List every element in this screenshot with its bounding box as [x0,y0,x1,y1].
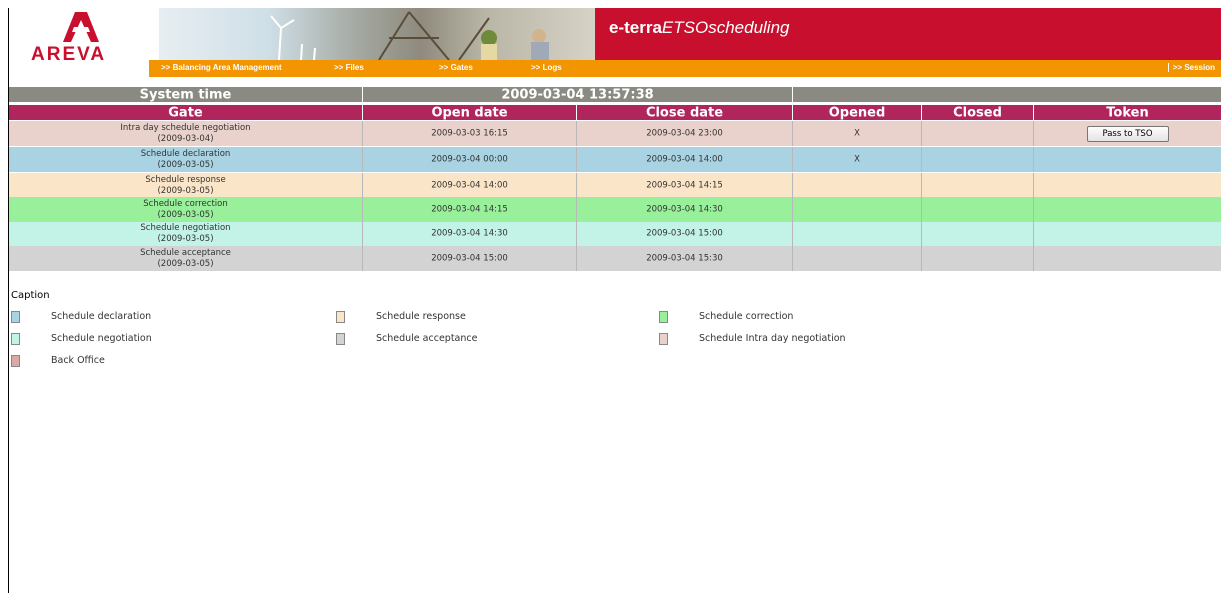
legend-swatch [336,311,345,323]
token-cell [1034,246,1221,271]
table-header-row: Gate Open date Close date Opened Closed … [9,105,1221,120]
token-cell: Pass to TSO [1034,121,1221,146]
open-date-cell: 2009-03-04 14:00 [363,173,577,198]
nav-bar: >> Balancing Area Management >> Files >>… [149,60,1221,77]
nav-balancing-area[interactable]: >> Balancing Area Management [161,63,282,72]
legend-swatch [11,311,20,323]
open-date-cell: 2009-03-03 16:15 [363,121,577,146]
open-date-cell: 2009-03-04 14:15 [363,197,577,222]
opened-cell [793,246,922,271]
opened-cell: X [793,121,922,146]
gate-name: Schedule correction [143,198,228,209]
gate-cell: Schedule response (2009-03-05) [9,173,363,198]
gate-name: Schedule response [145,174,226,185]
col-close-date: Close date [577,105,793,120]
gate-name: Intra day schedule negotiation [120,122,251,133]
table-row: Schedule declaration (2009-03-05) 2009-03… [9,147,1221,172]
col-token: Token [1106,105,1149,120]
gate-name: Schedule acceptance [140,247,231,258]
closed-cell [922,246,1034,271]
close-date-cell: 2009-03-04 14:30 [577,197,793,222]
opened-cell [793,197,922,222]
closed-cell [922,197,1034,222]
table-row: Schedule response (2009-03-05) 2009-03-04… [9,173,1221,198]
nav-session[interactable]: >> Session [1167,63,1215,72]
banner-photo [159,8,595,60]
close-date-cell: 2009-03-04 23:00 [577,121,793,146]
legend-swatch [11,355,20,367]
areva-logo-text: AREVA [31,44,107,65]
close-date-cell: 2009-03-04 14:00 [577,147,793,172]
gate-cell: Schedule acceptance (2009-03-05) [9,246,363,271]
brand-prefix: e-terra [609,18,662,37]
token-cell [1034,222,1221,246]
opened-cell [793,222,922,246]
system-time-row: System time 2009-03-04 13:57:38 [9,87,1221,102]
nav-files[interactable]: >> Files [334,63,364,72]
legend-swatch [659,311,668,323]
opened-cell: X [793,147,922,172]
token-cell [1034,147,1221,172]
gate-date: (2009-03-05) [157,185,214,196]
closed-cell [922,147,1034,172]
system-time-label: System time [9,87,363,102]
caption-title: Caption [11,290,50,301]
table-row: Schedule acceptance (2009-03-05) 2009-03-… [9,246,1221,271]
system-time-value: 2009-03-04 13:57:38 [363,87,793,102]
brand-suffix: ETSOscheduling [661,18,790,37]
gate-cell: Schedule correction (2009-03-05) [9,197,363,222]
areva-a-icon [63,12,99,42]
pass-to-tso-button[interactable]: Pass to TSO [1086,125,1169,142]
energy-infrastructure-icon [270,11,549,60]
col-opened: Opened [793,105,922,120]
gate-date: (2009-03-05) [157,209,214,220]
closed-cell [922,222,1034,246]
open-date-cell: 2009-03-04 14:30 [363,222,577,246]
gate-date: (2009-03-04) [157,133,214,144]
open-date-cell: 2009-03-04 00:00 [363,147,577,172]
table-row: Schedule negotiation (2009-03-05) 2009-03… [9,222,1221,246]
gate-date: (2009-03-05) [157,258,214,269]
table-row: Intra day schedule negotiation (2009-03-0… [9,121,1221,146]
token-cell [1034,197,1221,222]
areva-logo: AREVA [9,8,159,77]
opened-cell [793,173,922,198]
gate-name: Schedule declaration [140,148,231,159]
legend-swatch [11,333,20,345]
gate-cell: Intra day schedule negotiation (2009-03-0… [9,121,363,146]
app-header: AREVA e-terraETSOscheduling >> Balancing… [9,8,1221,77]
app-brand: e-terraETSOscheduling [609,18,790,38]
closed-cell [922,121,1034,146]
nav-logs[interactable]: >> Logs [531,63,562,72]
col-open-date: Open date [363,105,577,120]
close-date-cell: 2009-03-04 15:30 [577,246,793,271]
closed-cell [922,173,1034,198]
legend-swatch [336,333,345,345]
col-gate: Gate [9,105,363,120]
gate-date: (2009-03-05) [157,159,214,170]
gate-cell: Schedule negotiation (2009-03-05) [9,222,363,246]
legend-swatch [659,333,668,345]
gate-name: Schedule negotiation [140,223,231,233]
table-row: Schedule correction (2009-03-05) 2009-03-… [9,197,1221,222]
gate-date: (2009-03-05) [157,234,214,244]
close-date-cell: 2009-03-04 14:15 [577,173,793,198]
gate-cell: Schedule declaration (2009-03-05) [9,147,363,172]
col-closed: Closed [922,105,1034,120]
open-date-cell: 2009-03-04 15:00 [363,246,577,271]
nav-gates[interactable]: >> Gates [439,63,473,72]
close-date-cell: 2009-03-04 15:00 [577,222,793,246]
token-cell [1034,173,1221,198]
system-time-empty [793,87,1221,102]
